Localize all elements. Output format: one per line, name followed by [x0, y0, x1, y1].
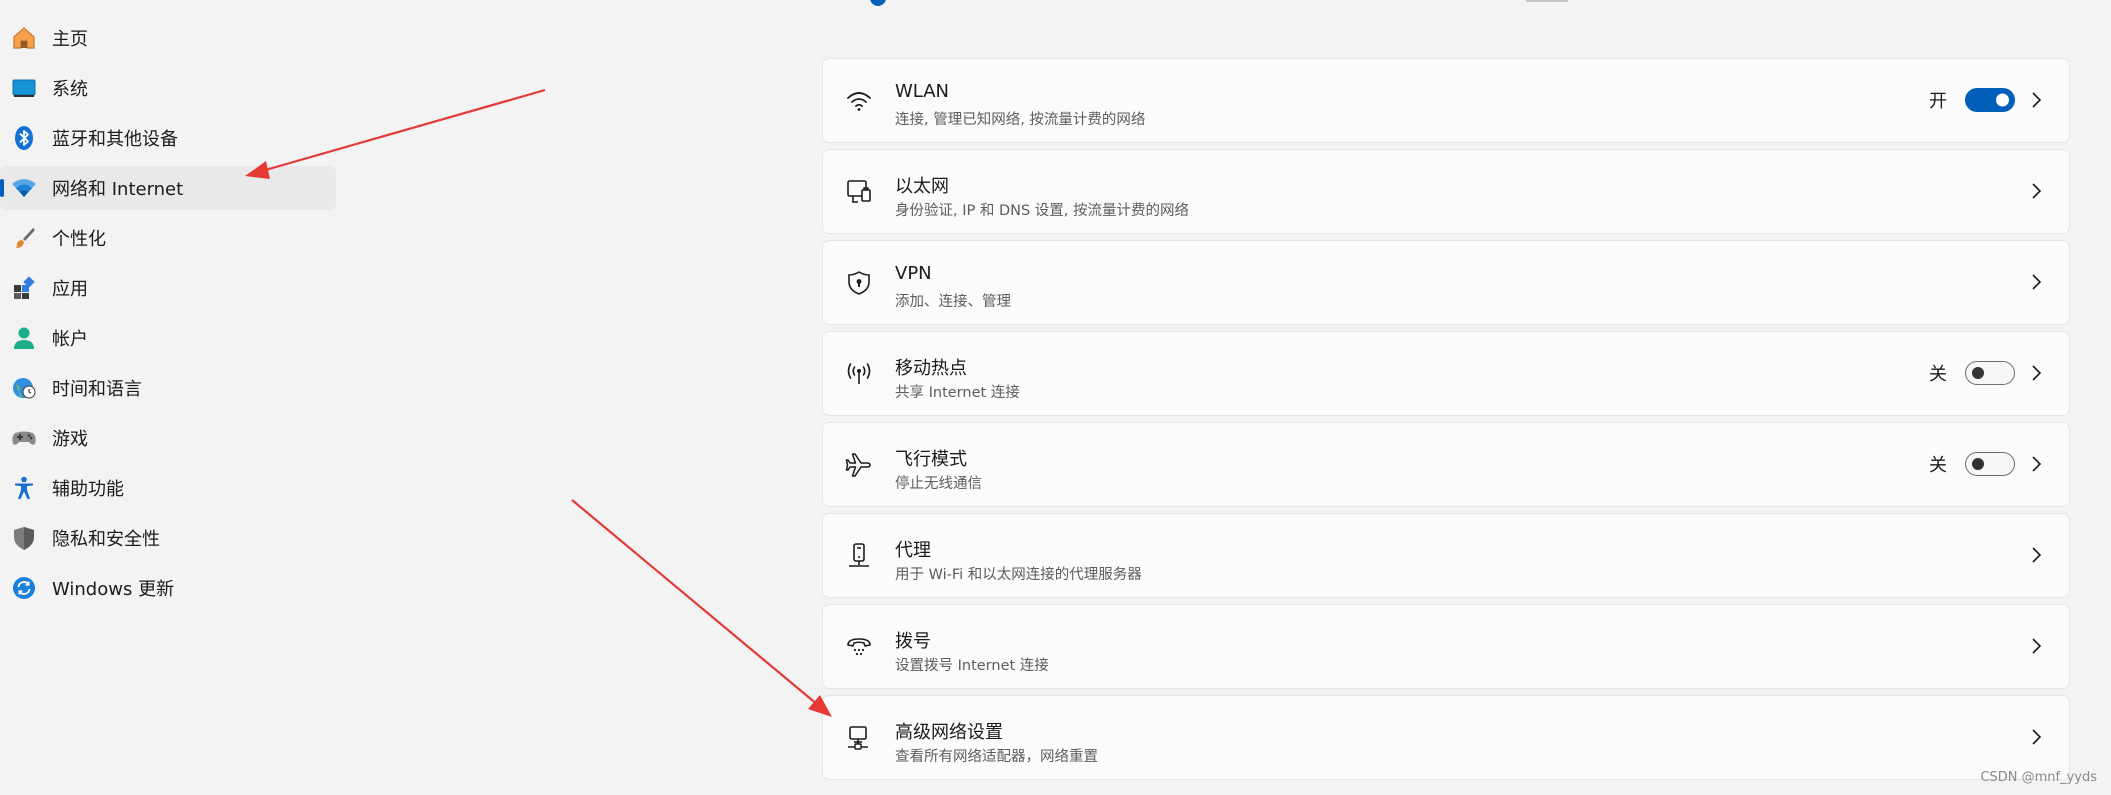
hotspot-toggle[interactable]	[1965, 361, 2015, 385]
vpn-shield-icon	[841, 265, 877, 301]
arrow-to-advanced-settings	[571, 499, 832, 717]
settings-card-airplane-mode[interactable]: 飞行模式 停止无线通信 关	[822, 422, 2070, 507]
sidebar-item-windows-update[interactable]: Windows 更新	[0, 566, 336, 610]
network-settings-list: WLAN 连接, 管理已知网络, 按流量计费的网络 开 以太网 身份验证, IP…	[822, 58, 2070, 786]
toggle-knob	[1972, 367, 1984, 379]
card-subtitle: 停止无线通信	[895, 476, 982, 492]
sidebar-item-label: 主页	[52, 29, 88, 50]
airplane-mode-toggle[interactable]	[1965, 452, 2015, 476]
sidebar-item-label: 辅助功能	[52, 479, 124, 500]
sidebar-item-accessibility[interactable]: 辅助功能	[0, 466, 336, 510]
card-title: WLAN	[895, 81, 950, 102]
chevron-right-icon	[2032, 456, 2042, 472]
card-title: 代理	[895, 540, 931, 561]
wlan-toggle[interactable]	[1965, 88, 2015, 112]
watermark: CSDN @mnf_yyds	[1980, 770, 2097, 785]
sidebar-nav: 主页 系统 蓝牙和其他设备 网络和 Internet 个性化 应用 帐户 时间和…	[0, 16, 360, 616]
card-title: VPN	[895, 263, 932, 284]
bluetooth-icon	[10, 124, 38, 152]
sidebar-item-label: Windows 更新	[52, 579, 175, 600]
card-subtitle: 共享 Internet 连接	[895, 385, 1020, 401]
sidebar-item-label: 蓝牙和其他设备	[52, 129, 178, 150]
card-subtitle: 身份验证, IP 和 DNS 设置, 按流量计费的网络	[895, 203, 1189, 219]
card-subtitle: 查看所有网络适配器，网络重置	[895, 749, 1098, 765]
card-title: 飞行模式	[895, 449, 967, 470]
sidebar-item-privacy[interactable]: 隐私和安全性	[0, 516, 336, 560]
hotspot-toggle-group: 关	[1929, 360, 2015, 386]
settings-card-mobile-hotspot[interactable]: 移动热点 共享 Internet 连接 关	[822, 331, 2070, 416]
sidebar-item-home[interactable]: 主页	[0, 16, 336, 60]
hotspot-icon	[841, 356, 877, 392]
card-title: 高级网络设置	[895, 722, 1003, 743]
chevron-right-icon	[2032, 365, 2042, 381]
sidebar-item-personalization[interactable]: 个性化	[0, 216, 336, 260]
sidebar-item-label: 个性化	[52, 229, 106, 250]
sidebar-item-label: 系统	[52, 79, 88, 100]
sidebar-item-label: 隐私和安全性	[52, 529, 160, 550]
toggle-knob	[1972, 458, 1984, 470]
home-icon	[10, 24, 38, 52]
card-title: 移动热点	[895, 358, 967, 379]
apps-icon	[10, 274, 38, 302]
top-fragment	[1526, 0, 1568, 2]
sidebar-item-apps[interactable]: 应用	[0, 266, 336, 310]
toggle-state-label: 关	[1929, 455, 1947, 476]
settings-card-dialup[interactable]: 拨号 设置拨号 Internet 连接	[822, 604, 2070, 689]
sidebar-item-label: 帐户	[52, 329, 88, 350]
scroll-fragment-indicator	[870, 0, 886, 6]
chevron-right-icon	[2032, 92, 2042, 108]
ethernet-icon	[841, 174, 877, 210]
chevron-right-icon	[2032, 274, 2042, 290]
sidebar-item-label: 游戏	[52, 429, 88, 450]
system-display-icon	[10, 74, 38, 102]
wifi-network-icon	[10, 174, 38, 202]
airplane-icon	[841, 447, 877, 483]
update-sync-icon	[10, 574, 38, 602]
sidebar-item-accounts[interactable]: 帐户	[0, 316, 336, 360]
settings-card-advanced-network[interactable]: 高级网络设置 查看所有网络适配器，网络重置	[822, 695, 2070, 780]
sidebar-item-label: 时间和语言	[52, 379, 142, 400]
accessibility-icon	[10, 474, 38, 502]
toggle-state-label: 关	[1929, 364, 1947, 385]
sidebar-item-label: 网络和 Internet	[52, 179, 184, 200]
card-subtitle: 设置拨号 Internet 连接	[895, 658, 1049, 674]
card-subtitle: 连接, 管理已知网络, 按流量计费的网络	[895, 112, 1146, 128]
card-subtitle: 用于 Wi-Fi 和以太网连接的代理服务器	[895, 567, 1142, 583]
account-person-icon	[10, 324, 38, 352]
chevron-right-icon	[2032, 183, 2042, 199]
chevron-right-icon	[2032, 729, 2042, 745]
sidebar-item-gaming[interactable]: 游戏	[0, 416, 336, 460]
sidebar-item-bluetooth[interactable]: 蓝牙和其他设备	[0, 116, 336, 160]
sidebar-item-label: 应用	[52, 279, 88, 300]
sidebar-item-time-language[interactable]: 时间和语言	[0, 366, 336, 410]
paintbrush-icon	[10, 224, 38, 252]
card-subtitle: 添加、连接、管理	[895, 294, 1011, 310]
card-title: 拨号	[895, 631, 931, 652]
dialup-phone-icon	[841, 629, 877, 665]
toggle-state-label: 开	[1929, 91, 1947, 112]
chevron-right-icon	[2032, 547, 2042, 563]
shield-icon	[10, 524, 38, 552]
chevron-right-icon	[2032, 638, 2042, 654]
airplane-toggle-group: 关	[1929, 451, 2015, 477]
toggle-knob	[1996, 93, 2009, 107]
advanced-network-icon	[841, 720, 877, 756]
wlan-toggle-group: 开	[1929, 87, 2015, 113]
sidebar-item-system[interactable]: 系统	[0, 66, 336, 110]
settings-card-ethernet[interactable]: 以太网 身份验证, IP 和 DNS 设置, 按流量计费的网络	[822, 149, 2070, 234]
gamepad-icon	[10, 424, 38, 452]
settings-card-vpn[interactable]: VPN 添加、连接、管理	[822, 240, 2070, 325]
wifi-icon	[841, 83, 877, 119]
card-title: 以太网	[895, 176, 949, 197]
settings-card-wlan[interactable]: WLAN 连接, 管理已知网络, 按流量计费的网络 开	[822, 58, 2070, 143]
settings-card-proxy[interactable]: 代理 用于 Wi-Fi 和以太网连接的代理服务器	[822, 513, 2070, 598]
sidebar-item-network[interactable]: 网络和 Internet	[0, 166, 336, 210]
proxy-server-icon	[841, 538, 877, 574]
globe-clock-icon	[10, 374, 38, 402]
